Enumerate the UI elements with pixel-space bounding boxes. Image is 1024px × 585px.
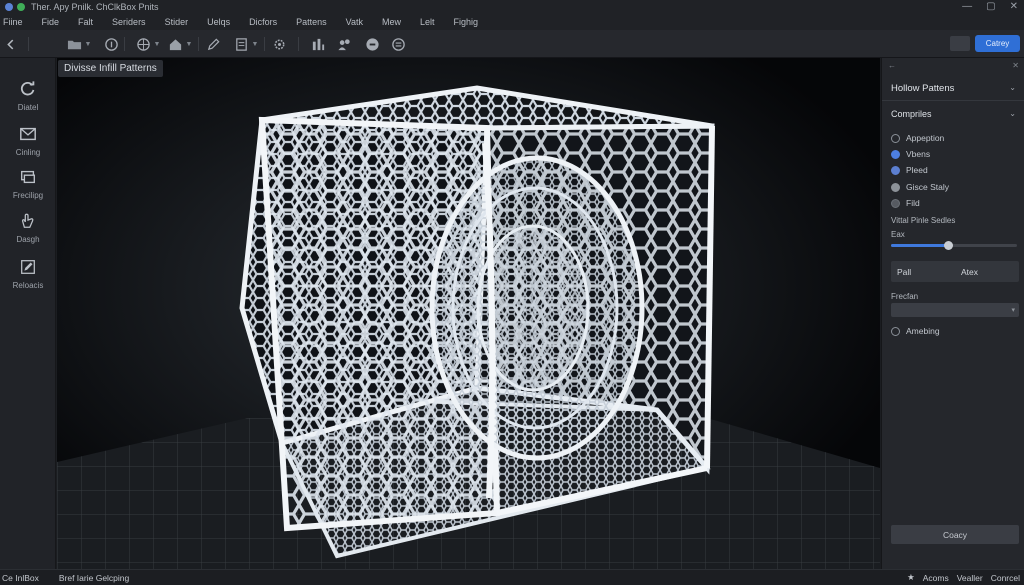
status-conrcel[interactable]: Conrcel	[991, 573, 1020, 583]
stop-circle-icon[interactable]	[364, 35, 380, 53]
edit-icon	[17, 256, 39, 278]
section-heading: Compriles	[891, 109, 932, 119]
radio-selected-icon	[891, 149, 900, 159]
radio-filled-icon	[891, 198, 900, 208]
3d-viewport[interactable]: Divisse Infill Patterns	[57, 58, 880, 569]
radio-filled-icon	[891, 182, 900, 192]
select-label: Frecfan	[891, 292, 919, 301]
window-title: Ther. Apy Pnilk. ChClkBox Pnits	[31, 2, 159, 12]
radio-empty-icon	[891, 326, 900, 336]
option-gisce-staly[interactable]: Gisce Staly	[891, 182, 949, 192]
infill-lattice-model	[57, 58, 880, 569]
sidebar-item-label: Frecilipg	[12, 191, 44, 200]
sidebar-item-label: Reloacis	[12, 281, 44, 290]
sidebar-item-dasgh[interactable]: Dasgh	[0, 210, 56, 250]
menu-item-view[interactable]: Mew	[382, 17, 401, 27]
menu-item-seriders[interactable]: Seriders	[112, 17, 146, 27]
sidebar-item-label: Cinling	[15, 148, 41, 157]
star-icon[interactable]: ★	[907, 572, 915, 583]
hand-icon	[17, 210, 39, 232]
segmented-control: Pall Atex	[891, 261, 1019, 282]
app-logo-icon	[5, 3, 13, 11]
bar-chart-icon[interactable]	[310, 35, 326, 53]
slider-knob[interactable]	[943, 241, 953, 250]
sidebar-item-frecilipg[interactable]: Frecilipg	[0, 166, 56, 206]
menu-item-edit[interactable]: Falt	[78, 17, 93, 27]
panel-action-button[interactable]: Coacy	[891, 525, 1019, 544]
users-icon[interactable]	[336, 35, 352, 53]
option-fild[interactable]: Fild	[891, 198, 920, 208]
globe-dropdown-icon[interactable]: ▼	[134, 35, 162, 53]
menu-item-uelqs[interactable]: Uelqs	[207, 17, 230, 27]
sidebar-item-label: Diatel	[17, 103, 39, 112]
properties-panel: ← ✕ Hollow Pattens ⌄ Compriles ⌄ Appepti…	[881, 58, 1024, 569]
option-pleed[interactable]: Pleed	[891, 165, 928, 175]
status-acoms[interactable]: Acoms	[923, 573, 949, 583]
slider-label: Vittal Pinle Sedles	[891, 216, 956, 225]
slider-sublabel: Eax	[891, 230, 905, 239]
menu-item-file[interactable]: Fiine	[3, 17, 23, 27]
segment-pall[interactable]: Pall	[891, 267, 955, 277]
left-sidebar: Diatel Cinling Frecilipg Dasgh Reloacis	[0, 58, 56, 569]
toolbar: ▼ ▼ ▼ ▼	[0, 30, 1024, 58]
panel-back-icon[interactable]: ←	[888, 61, 896, 70]
refresh-icon	[17, 78, 39, 100]
settings-gear-icon[interactable]	[270, 35, 288, 53]
menu-item-lelt[interactable]: Lelt	[420, 17, 435, 27]
status-left-text: Ce InlBox	[2, 572, 39, 583]
close-icon[interactable]: ✕	[1010, 1, 1018, 12]
section-chevron-icon[interactable]: ⌄	[1009, 109, 1016, 118]
minimize-icon[interactable]: —	[962, 1, 972, 12]
chevron-down-icon[interactable]: ⌄	[1009, 83, 1016, 92]
sidebar-item-label: Dasgh	[16, 235, 40, 244]
status-dot-icon	[17, 3, 25, 11]
status-vealler[interactable]: Vealler	[957, 573, 983, 583]
layers-icon	[17, 166, 39, 188]
pen-icon[interactable]	[204, 35, 222, 53]
info-circle-icon[interactable]	[102, 35, 120, 53]
toolbar-dropdown-button[interactable]	[950, 36, 970, 51]
value-slider[interactable]	[891, 241, 1017, 250]
option-appeption[interactable]: Appeption	[891, 133, 944, 143]
panel-title: Hollow Pattens	[891, 83, 955, 94]
sidebar-item-diatel[interactable]: Diatel	[0, 78, 56, 118]
radio-selected-icon	[891, 165, 900, 175]
segment-atex[interactable]: Atex	[955, 267, 1019, 277]
panel-close-icon[interactable]: ✕	[1012, 61, 1019, 70]
viewport-title-label: Divisse Infill Patterns	[58, 60, 163, 77]
menu-item-dicfors[interactable]: Dicfors	[249, 17, 277, 27]
option-vbens[interactable]: Vbens	[891, 149, 930, 159]
menu-item-pattens[interactable]: Pattens	[296, 17, 327, 27]
mail-icon	[17, 123, 39, 145]
menu-bar: Fiine Fide Falt Seriders Stider Uelqs Di…	[0, 14, 1024, 30]
option-amebing[interactable]: Amebing	[891, 326, 940, 336]
folder-dropdown-icon[interactable]: ▼	[64, 35, 94, 53]
menu-item-fide[interactable]: Fide	[42, 17, 60, 27]
home-dropdown-icon[interactable]: ▼	[166, 35, 194, 53]
menu-item-fighig[interactable]: Fighig	[454, 17, 479, 27]
frecfan-select[interactable]: ▾	[891, 303, 1019, 317]
maximize-icon[interactable]: ▢	[986, 1, 995, 12]
radio-empty-icon	[891, 133, 900, 143]
title-bar: Ther. Apy Pnilk. ChClkBox Pnits — ▢ ✕	[0, 0, 1024, 14]
status-message: Bref Iarie Gelcping	[58, 572, 130, 583]
list-circle-icon[interactable]	[390, 35, 406, 53]
menu-item-stider[interactable]: Stider	[165, 17, 189, 27]
document-dropdown-icon[interactable]: ▼	[232, 35, 260, 53]
status-bar: Ce InlBox Bref Iarie Gelcping ★ Acoms Ve…	[0, 569, 1024, 585]
slider-fill	[891, 244, 948, 247]
primary-action-button[interactable]: Catrey	[975, 35, 1020, 52]
sidebar-item-cinling[interactable]: Cinling	[0, 123, 56, 163]
menu-item-vatk[interactable]: Vatk	[346, 17, 363, 27]
back-icon[interactable]	[4, 35, 18, 53]
sidebar-item-reloacis[interactable]: Reloacis	[0, 256, 56, 296]
